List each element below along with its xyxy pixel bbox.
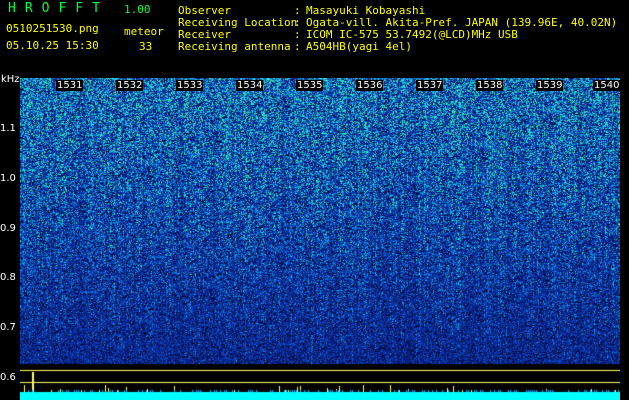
- time-tick-label: 1532: [116, 80, 144, 91]
- time-tick-label: 1531: [56, 80, 84, 91]
- meteor-label: meteor: [124, 25, 164, 38]
- y-axis-unit: kHz: [1, 74, 20, 85]
- file-name: 0510251530.png: [6, 22, 99, 35]
- time-tick-label: 1534: [236, 80, 264, 91]
- app-title: HROFFT: [8, 1, 109, 16]
- spectrogram-plot[interactable]: [20, 78, 620, 400]
- meteor-count: 33: [139, 40, 153, 53]
- y-tick-label: 0.7: [0, 322, 16, 333]
- info-label-antenna: Receiving antenna: [178, 40, 291, 53]
- time-tick-label: 1533: [176, 80, 204, 91]
- time-tick-label: 1540: [593, 80, 621, 91]
- time-tick-label: 1536: [356, 80, 384, 91]
- capture-datetime: 05.10.25 15:30: [6, 39, 99, 52]
- time-tick-label: 1538: [476, 80, 504, 91]
- time-tick-label: 1537: [416, 80, 444, 91]
- y-tick-label: 1.1: [0, 123, 16, 134]
- plot-right-border: [620, 78, 629, 400]
- info-separator: :: [294, 40, 301, 53]
- header-panel: HROFFT 1.00 0510251530.png 05.10.25 15:3…: [0, 0, 629, 78]
- y-tick-label: 1.0: [0, 173, 16, 184]
- time-tick-label: 1539: [536, 80, 564, 91]
- info-value-antenna: A504HB(yagi 4el): [306, 40, 412, 53]
- y-tick-label: 0.6: [0, 372, 16, 383]
- time-tick-label: 1535: [296, 80, 324, 91]
- y-tick-label: 0.8: [0, 272, 16, 283]
- y-tick-label: 0.9: [0, 223, 16, 234]
- app-version: 1.00: [124, 3, 151, 16]
